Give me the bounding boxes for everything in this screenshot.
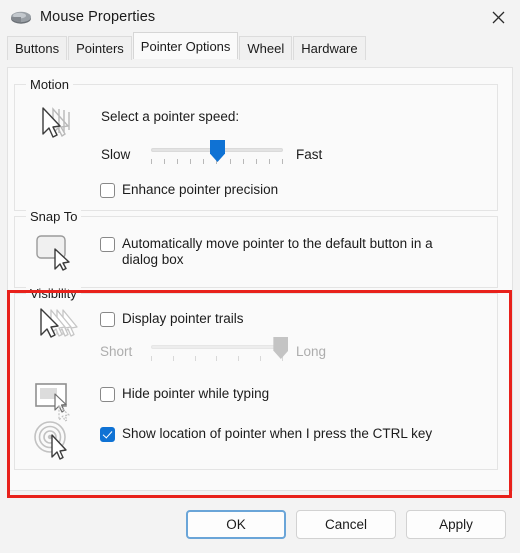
tab-pointers[interactable]: Pointers bbox=[68, 36, 132, 60]
close-icon bbox=[492, 11, 504, 23]
group-snap-to: Snap To Automatically move pointer to th… bbox=[14, 209, 498, 288]
apply-button[interactable]: Apply bbox=[406, 509, 506, 539]
enhance-precision-checkbox-row[interactable]: Enhance pointer precision bbox=[100, 182, 278, 198]
dialog-footer: OK Cancel Apply bbox=[0, 495, 520, 553]
hide-pointer-typing-checkbox[interactable] bbox=[100, 387, 115, 402]
group-motion-legend: Motion bbox=[26, 77, 74, 92]
display-trails-checkbox[interactable] bbox=[100, 312, 115, 327]
enhance-precision-label: Enhance pointer precision bbox=[122, 182, 279, 197]
tab-pointer-options[interactable]: Pointer Options bbox=[132, 32, 239, 59]
pointer-speed-label: Select a pointer speed: bbox=[101, 109, 240, 124]
pointer-trails-slider[interactable] bbox=[151, 337, 289, 363]
snap-to-label: Automatically move pointer to the defaul… bbox=[122, 236, 433, 267]
pointer-options-panel: Motion Select a pointer speed: Slow Fast… bbox=[7, 67, 513, 491]
mouse-icon bbox=[11, 11, 31, 24]
tab-buttons[interactable]: Buttons bbox=[7, 36, 68, 60]
hide-pointer-typing-checkbox-row[interactable]: Hide pointer while typing bbox=[100, 386, 269, 402]
ok-button[interactable]: OK bbox=[186, 509, 286, 539]
locate-pointer-checkbox[interactable] bbox=[100, 427, 115, 442]
slider-ticks bbox=[151, 356, 283, 361]
locate-pointer-checkbox-row[interactable]: Show location of pointer when I press th… bbox=[100, 426, 432, 442]
speed-fast-label: Fast bbox=[296, 147, 323, 162]
locate-pointer-icon bbox=[34, 421, 67, 460]
slider-thumb[interactable] bbox=[210, 140, 225, 162]
speed-slow-label: Slow bbox=[101, 147, 131, 162]
hide-pointer-typing-icon bbox=[35, 383, 70, 422]
hide-pointer-typing-label: Hide pointer while typing bbox=[122, 386, 270, 401]
pointer-trails-icon bbox=[40, 308, 78, 338]
tab-hardware[interactable]: Hardware bbox=[293, 36, 366, 60]
trails-short-label: Short bbox=[100, 344, 133, 359]
enhance-precision-checkbox[interactable] bbox=[100, 183, 115, 198]
default-button-cursor-icon bbox=[36, 235, 70, 271]
group-snap-to-legend: Snap To bbox=[26, 209, 82, 224]
snap-to-checkbox[interactable] bbox=[100, 237, 115, 252]
group-motion: Motion Select a pointer speed: Slow Fast… bbox=[14, 77, 498, 211]
trails-long-label: Long bbox=[296, 344, 327, 359]
group-visibility: Visibility Display pointer trails Short … bbox=[14, 286, 498, 470]
snap-to-checkbox-row[interactable]: Automatically move pointer to the defaul… bbox=[100, 236, 470, 268]
window-title: Mouse Properties bbox=[40, 9, 156, 25]
slider-thumb[interactable] bbox=[273, 337, 289, 359]
pointer-speed-icon bbox=[42, 107, 70, 138]
close-button[interactable] bbox=[476, 0, 520, 34]
cancel-button[interactable]: Cancel bbox=[296, 509, 396, 539]
tab-wheel[interactable]: Wheel bbox=[239, 36, 293, 60]
locate-pointer-label: Show location of pointer when I press th… bbox=[122, 426, 433, 441]
group-visibility-legend: Visibility bbox=[26, 286, 81, 301]
title-bar: Mouse Properties bbox=[0, 0, 520, 34]
tab-strip: Buttons Pointers Pointer Options Wheel H… bbox=[0, 32, 520, 60]
display-trails-label: Display pointer trails bbox=[122, 311, 244, 326]
pointer-speed-slider[interactable] bbox=[151, 140, 283, 166]
slider-track[interactable] bbox=[151, 345, 283, 349]
display-trails-checkbox-row[interactable]: Display pointer trails bbox=[100, 311, 244, 327]
